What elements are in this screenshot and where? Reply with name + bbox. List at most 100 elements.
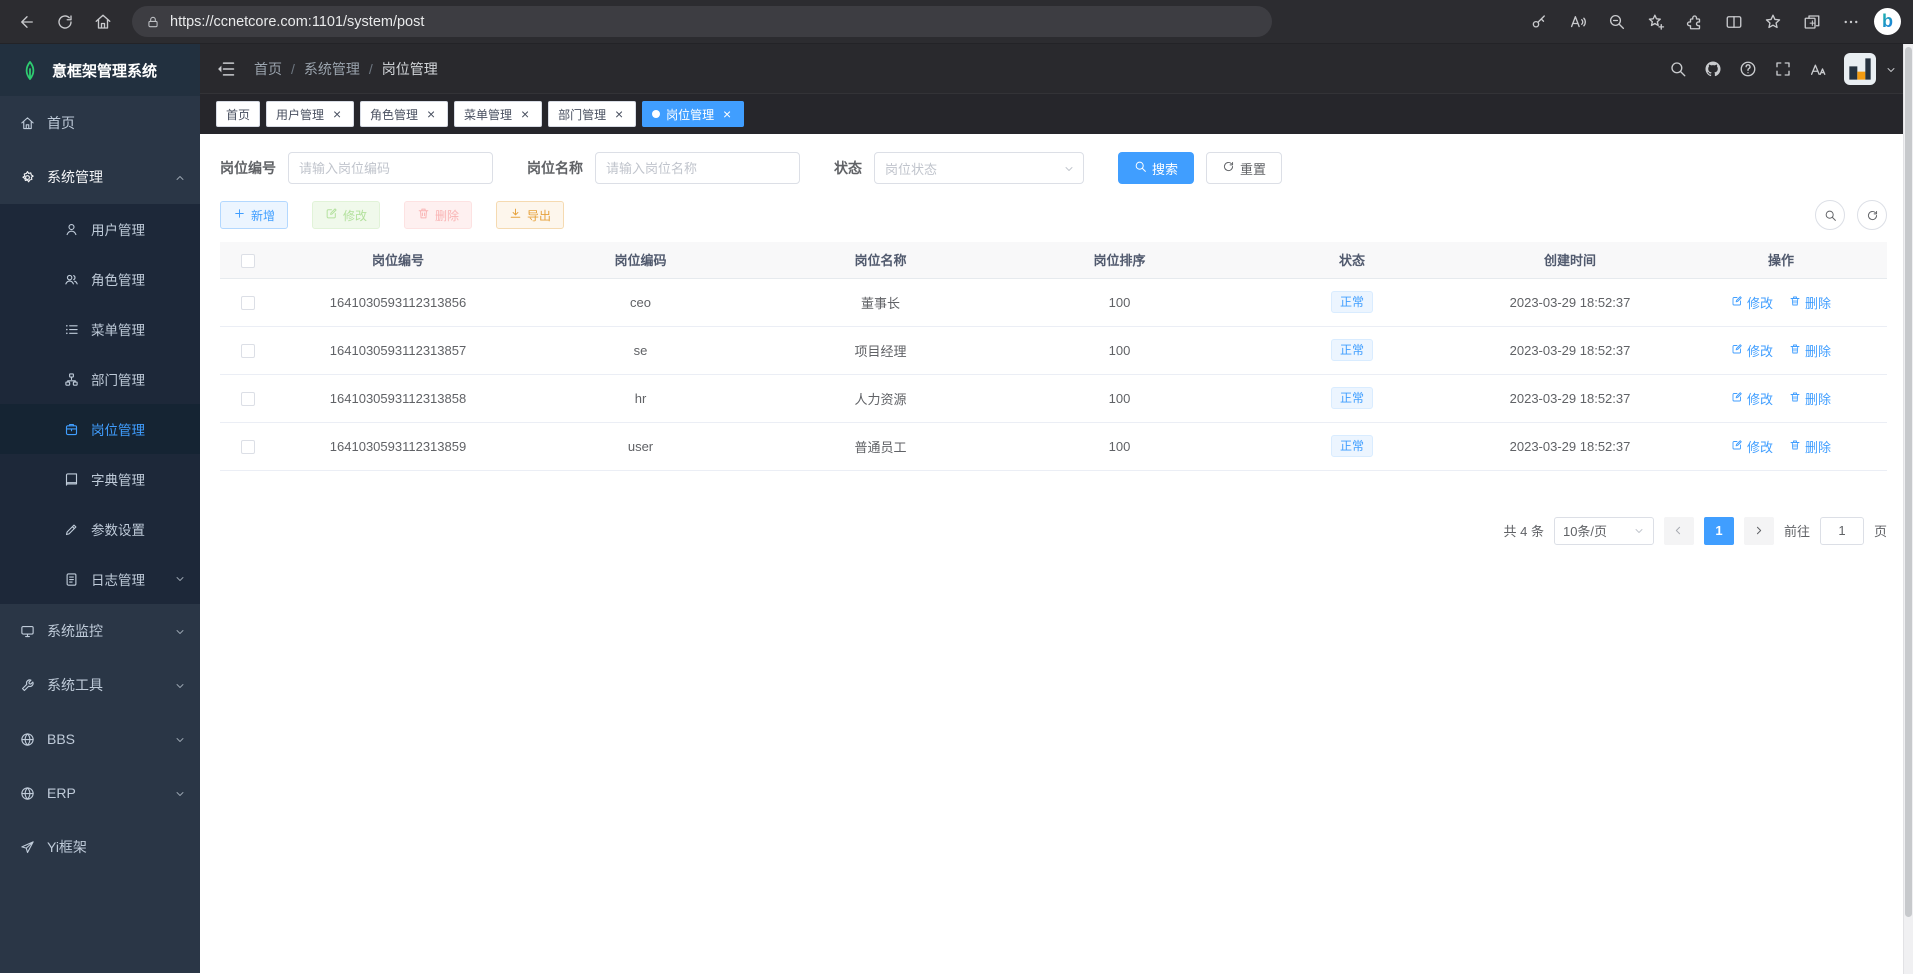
tab-role[interactable]: 角色管理× xyxy=(360,101,448,127)
breadcrumb-item[interactable]: 系统管理 xyxy=(304,59,360,79)
page-size-select[interactable]: 10条/页 xyxy=(1554,517,1654,545)
sidebar-item-bbs[interactable]: BBS xyxy=(0,712,200,766)
row-delete-link[interactable]: 删除 xyxy=(1789,341,1831,360)
row-checkbox[interactable] xyxy=(241,440,255,454)
row-delete-link[interactable]: 删除 xyxy=(1789,437,1831,456)
search-icon[interactable] xyxy=(1669,60,1687,78)
tab-close-icon[interactable]: × xyxy=(424,107,438,121)
tab-dept[interactable]: 部门管理× xyxy=(548,101,636,127)
github-icon[interactable] xyxy=(1704,60,1722,78)
refresh-table-button[interactable] xyxy=(1857,200,1887,230)
goto-page-input[interactable] xyxy=(1820,517,1864,545)
sidebar-item-dict[interactable]: 字典管理 xyxy=(0,454,200,504)
saved-passwords-icon[interactable] xyxy=(1523,6,1555,38)
toggle-search-button[interactable] xyxy=(1815,200,1845,230)
sidebar-item-monitor[interactable]: 系统监控 xyxy=(0,604,200,658)
reset-button[interactable]: 重置 xyxy=(1206,152,1282,184)
select-all-checkbox[interactable] xyxy=(241,254,255,268)
table-row[interactable]: 1641030593112313859user普通员工100正常2023-03-… xyxy=(220,422,1887,470)
window-scrollbar[interactable] xyxy=(1903,44,1913,974)
table-row[interactable]: 1641030593112313858hr人力资源100正常2023-03-29… xyxy=(220,374,1887,422)
browser-home-icon[interactable] xyxy=(86,5,120,39)
row-delete-link[interactable]: 删除 xyxy=(1789,293,1831,312)
sidebar-item-tool[interactable]: 系统工具 xyxy=(0,658,200,712)
tab-user[interactable]: 用户管理× xyxy=(266,101,354,127)
row-edit-link[interactable]: 修改 xyxy=(1731,293,1773,312)
row-checkbox[interactable] xyxy=(241,392,255,406)
export-button[interactable]: 导出 xyxy=(496,201,564,229)
help-icon[interactable] xyxy=(1739,60,1757,78)
sidebar-item-user[interactable]: 用户管理 xyxy=(0,204,200,254)
add-button[interactable]: 新增 xyxy=(220,201,288,229)
tab-close-icon[interactable]: × xyxy=(612,107,626,121)
book-icon xyxy=(64,472,79,487)
sidebar: 意框架管理系统 首页系统管理用户管理角色管理菜单管理部门管理岗位管理字典管理参数… xyxy=(0,44,200,973)
more-options-icon[interactable] xyxy=(1835,6,1867,38)
tab-close-icon[interactable]: × xyxy=(330,107,344,121)
next-page-button[interactable] xyxy=(1744,517,1774,545)
sidebar-item-dept[interactable]: 部门管理 xyxy=(0,354,200,404)
app-logo[interactable]: 意框架管理系统 xyxy=(0,44,200,96)
user-menu-caret-icon[interactable] xyxy=(1885,63,1897,75)
table-row[interactable]: 1641030593112313856ceo董事长100正常2023-03-29… xyxy=(220,278,1887,326)
tab-menu[interactable]: 菜单管理× xyxy=(454,101,542,127)
split-screen-icon[interactable] xyxy=(1718,6,1750,38)
sidebar-item-role[interactable]: 角色管理 xyxy=(0,254,200,304)
row-checkbox[interactable] xyxy=(241,344,255,358)
sidebar-item-label: 用户管理 xyxy=(91,219,145,239)
row-delete-link[interactable]: 删除 xyxy=(1789,389,1831,408)
page-number-button[interactable]: 1 xyxy=(1704,517,1734,545)
favorites-bar-icon[interactable] xyxy=(1757,6,1789,38)
url-text[interactable]: https://ccnetcore.com:1101/system/post xyxy=(170,14,424,30)
sidebar-item-yi[interactable]: Yi框架 xyxy=(0,820,200,874)
read-aloud-icon[interactable] xyxy=(1562,6,1594,38)
sidebar-item-system[interactable]: 系统管理 xyxy=(0,150,200,204)
row-checkbox[interactable] xyxy=(241,296,255,310)
address-bar[interactable]: https://ccnetcore.com:1101/system/post xyxy=(132,6,1272,37)
table-row[interactable]: 1641030593112313857se项目经理100正常2023-03-29… xyxy=(220,326,1887,374)
delete-button[interactable]: 删除 xyxy=(404,201,472,229)
sidebar-item-home[interactable]: 首页 xyxy=(0,96,200,150)
prev-page-button[interactable] xyxy=(1664,517,1694,545)
tab-close-icon[interactable]: × xyxy=(720,107,734,121)
post-name-input[interactable] xyxy=(606,161,789,176)
fullscreen-icon[interactable] xyxy=(1774,60,1792,78)
sidebar-item-param[interactable]: 参数设置 xyxy=(0,504,200,554)
cell-post-code: user xyxy=(520,422,761,470)
sidebar-item-post[interactable]: 岗位管理 xyxy=(0,404,200,454)
status-select[interactable]: 岗位状态 xyxy=(874,152,1084,184)
chevron-down-icon xyxy=(174,733,186,745)
collections-icon[interactable] xyxy=(1796,6,1828,38)
refresh-page-icon[interactable] xyxy=(48,5,82,39)
breadcrumb-item[interactable]: 岗位管理 xyxy=(382,59,438,79)
back-icon[interactable] xyxy=(10,5,44,39)
row-edit-link[interactable]: 修改 xyxy=(1731,389,1773,408)
user-avatar[interactable] xyxy=(1844,53,1876,85)
lock-icon[interactable] xyxy=(146,15,160,29)
tab-post[interactable]: 岗位管理× xyxy=(642,101,744,127)
sidebar-item-menu[interactable]: 菜单管理 xyxy=(0,304,200,354)
font-size-icon[interactable] xyxy=(1809,60,1827,78)
status-field: 状态 岗位状态 xyxy=(834,152,1084,184)
search-button[interactable]: 搜索 xyxy=(1118,152,1194,184)
edit-button[interactable]: 修改 xyxy=(312,201,380,229)
row-edit-link[interactable]: 修改 xyxy=(1731,341,1773,360)
extensions-icon[interactable] xyxy=(1679,6,1711,38)
sidebar-item-log[interactable]: 日志管理 xyxy=(0,554,200,604)
edit-icon xyxy=(325,207,338,223)
zoom-icon[interactable] xyxy=(1601,6,1633,38)
chevron-down-icon xyxy=(174,573,186,585)
tab-close-icon[interactable]: × xyxy=(518,107,532,121)
add-favorite-icon[interactable] xyxy=(1640,6,1672,38)
sidebar-item-erp[interactable]: ERP xyxy=(0,766,200,820)
cell-post-name: 董事长 xyxy=(761,278,1000,326)
row-edit-link[interactable]: 修改 xyxy=(1731,437,1773,456)
col-post-id: 岗位编号 xyxy=(276,242,520,278)
search-form: 岗位编号 岗位名称 状态 岗位状态 xyxy=(220,152,1887,184)
tab-home[interactable]: 首页 xyxy=(216,101,260,127)
sidebar-toggle-icon[interactable] xyxy=(216,59,236,79)
post-code-input[interactable] xyxy=(299,161,482,176)
breadcrumb-item[interactable]: 首页 xyxy=(254,59,282,79)
scrollbar-thumb[interactable] xyxy=(1905,47,1912,917)
bing-icon[interactable] xyxy=(1874,8,1901,35)
